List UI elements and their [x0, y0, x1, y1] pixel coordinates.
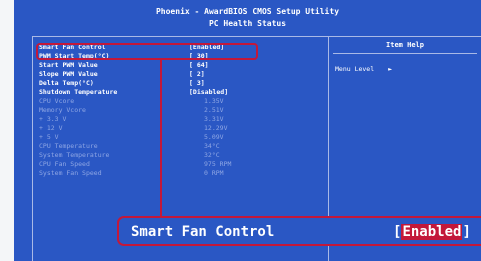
setting-row[interactable]: Delta Temp(°C) [ 3] — [39, 79, 324, 88]
setting-label: Start PWM Value — [39, 61, 98, 69]
setting-value: 5.09V — [204, 133, 224, 141]
zoom-setting-label: Smart Fan Control — [131, 224, 275, 240]
zoom-callout: Smart Fan Control [Enabled] — [117, 216, 481, 246]
setting-row: CPU Temperature 34°C — [39, 142, 324, 151]
setting-value: 34°C — [204, 142, 220, 150]
setting-label: + 12 V — [39, 124, 63, 132]
setting-row[interactable]: Slope PWM Value [ 2] — [39, 70, 324, 79]
setting-row[interactable]: Shutdown Temperature [Disabled] — [39, 88, 324, 97]
setting-row: System Fan Speed 0 RPM — [39, 169, 324, 178]
setting-value: 12.29V — [204, 124, 228, 132]
setting-label: + 3.3 V — [39, 115, 67, 123]
setting-value[interactable]: [ 3] — [189, 79, 205, 88]
settings-list: Smart Fan Control [Enabled] PWM Start Temp… — [39, 43, 324, 178]
setting-row: + 5 V 5.09V — [39, 133, 324, 142]
setting-label: CPU Temperature — [39, 142, 98, 150]
setting-label: Delta Temp(°C) — [39, 79, 94, 87]
setting-value: 32°C — [204, 151, 220, 159]
setting-row: + 3.3 V 3.31V — [39, 115, 324, 124]
callout-line — [160, 58, 162, 216]
setting-row: CPU Fan Speed 975 RPM — [39, 160, 324, 169]
setting-value: 1.35V — [204, 97, 224, 105]
bios-subtitle: PC Health Status — [208, 19, 287, 28]
setting-value[interactable]: [ 64] — [189, 61, 209, 70]
setting-value: 975 RPM — [204, 160, 232, 168]
setting-label: CPU Vcore — [39, 97, 75, 105]
zoom-value-text: Enabled — [401, 224, 463, 240]
setting-label: CPU Fan Speed — [39, 160, 90, 168]
menu-level-label: Menu Level — [335, 65, 375, 73]
menu-level: Menu Level ► — [335, 65, 392, 73]
bios-header: Phoenix - AwardBIOS CMOS Setup Utility P… — [14, 0, 481, 34]
setting-row[interactable]: Start PWM Value [ 64] — [39, 61, 324, 70]
setting-label: System Temperature — [39, 151, 110, 159]
bios-title: Phoenix - AwardBIOS CMOS Setup Utility — [155, 7, 340, 16]
help-divider — [333, 53, 477, 54]
setting-value: 0 RPM — [204, 169, 224, 177]
setting-label: + 5 V — [39, 133, 59, 141]
zoom-bracket-close: ] — [462, 224, 471, 240]
setting-value: 2.51V — [204, 106, 224, 114]
setting-label: Shutdown Temperature — [39, 88, 118, 96]
selected-item-highlight — [36, 43, 258, 60]
setting-label: Slope PWM Value — [39, 70, 98, 78]
setting-label: Memory Vcore — [39, 106, 86, 114]
zoom-setting-value[interactable]: [Enabled] — [393, 222, 471, 242]
setting-value: 3.31V — [204, 115, 224, 123]
setting-row: Memory Vcore 2.51V — [39, 106, 324, 115]
setting-row: CPU Vcore 1.35V — [39, 97, 324, 106]
setting-label: System Fan Speed — [39, 169, 102, 177]
setting-row: System Temperature 32°C — [39, 151, 324, 160]
item-help-title: Item Help — [386, 41, 424, 49]
setting-row: + 12 V 12.29V — [39, 124, 324, 133]
setting-value[interactable]: [Disabled] — [189, 88, 228, 97]
arrow-right-icon: ► — [388, 65, 393, 73]
setting-value[interactable]: [ 2] — [189, 70, 205, 79]
